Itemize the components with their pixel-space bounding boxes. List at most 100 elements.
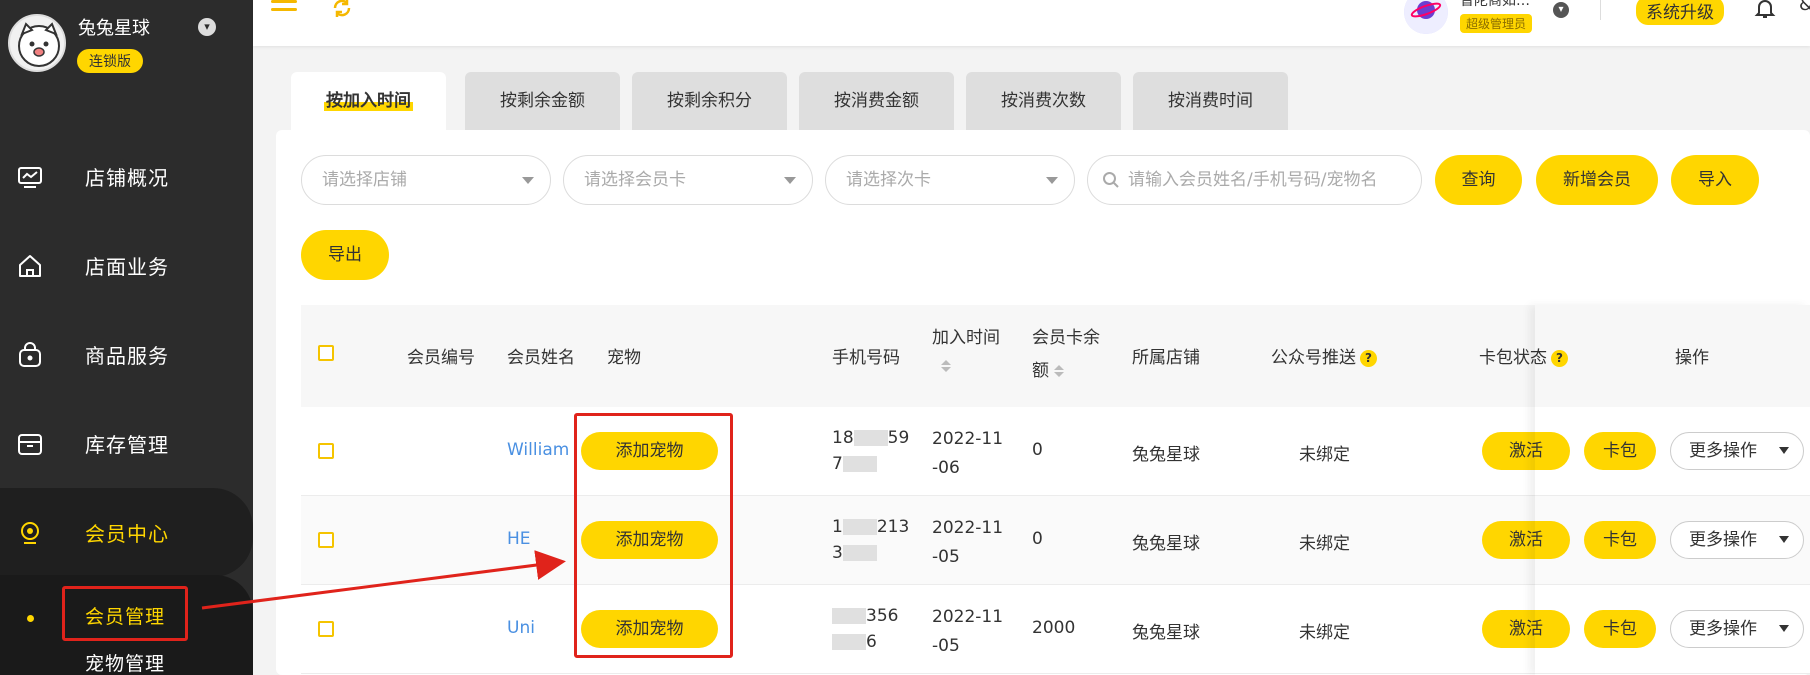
user-name: 普陀商如… <box>1460 0 1530 9</box>
more-actions-dropdown[interactable]: 更多操作 <box>1670 432 1804 470</box>
member-name-link[interactable]: William <box>507 440 569 460</box>
tab-join-time[interactable]: 按加入时间 <box>291 72 446 130</box>
dropdown-label: 更多操作 <box>1689 530 1757 550</box>
sidebar-item-label: 库存管理 <box>85 433 169 457</box>
tab-spend-time[interactable]: 按消费时间 <box>1133 72 1288 130</box>
col-actions: 操作 <box>1675 348 1709 368</box>
sidebar-subitem-pet-management[interactable]: 宠物管理 <box>85 649 165 675</box>
brand-name: 兔兔星球 <box>78 18 150 39</box>
store-cell: 兔兔星球 <box>1132 445 1200 465</box>
tab-label: 按加入时间 <box>324 91 413 111</box>
phone-part: 6 <box>866 632 877 652</box>
upgrade-button[interactable]: 系统升级 <box>1636 0 1724 25</box>
select-all-checkbox[interactable] <box>318 345 334 361</box>
chevron-down-icon[interactable]: ▾ <box>198 18 216 36</box>
col-card-status: 卡包状态? <box>1479 343 1568 368</box>
col-label: 加入时间 <box>932 328 1000 348</box>
clipped-icon[interactable]: & <box>1799 0 1810 15</box>
export-button[interactable]: 导出 <box>301 230 389 280</box>
more-actions-dropdown[interactable]: 更多操作 <box>1670 521 1804 559</box>
table-row: William 添加宠物 18 59 7 2022-11 -06 0 兔兔星球 未绑定… <box>301 407 1810 496</box>
annotation-pet-column-box <box>574 413 733 658</box>
phone-part: 7 <box>832 454 843 474</box>
sidebar-item-store-overview[interactable]: 店铺概况 <box>0 132 253 221</box>
help-icon[interactable]: ? <box>1360 349 1377 367</box>
user-role-badge: 超级管理员 <box>1460 14 1533 33</box>
sidebar-nav: 店铺概况 店面业务 商品服务 库存管理 会员中心 <box>0 132 253 577</box>
push-status-cell: 未绑定 <box>1299 623 1350 643</box>
brand-avatar[interactable] <box>8 14 66 72</box>
sidebar-item-label: 店铺概况 <box>85 166 169 190</box>
menu-toggle-icon[interactable] <box>271 0 297 18</box>
tab-spend-amount[interactable]: 按消费金额 <box>799 72 954 130</box>
phone-part: 1 <box>832 517 843 537</box>
help-icon[interactable]: ? <box>1551 349 1568 367</box>
planet-logo-icon <box>1404 0 1448 34</box>
caret-down-icon <box>1779 625 1789 632</box>
member-card-select[interactable]: 请选择会员卡 <box>563 155 813 205</box>
member-icon <box>21 521 39 544</box>
sidebar-item-label: 商品服务 <box>85 344 169 368</box>
caret-down-icon <box>784 177 796 184</box>
edition-badge: 连锁版 <box>77 49 143 73</box>
active-dot <box>27 615 34 622</box>
sidebar-item-inventory[interactable]: 库存管理 <box>0 399 253 488</box>
activate-button[interactable]: 激活 <box>1482 610 1570 648</box>
col-member-name: 会员姓名 <box>507 348 575 368</box>
search-input[interactable]: 请输入会员姓名/手机号码/宠物名 <box>1087 155 1422 205</box>
col-phone: 手机号码 <box>832 348 900 368</box>
date-part: 2022-11 <box>932 518 1004 538</box>
col-join-time[interactable]: 加入时间 <box>932 323 1000 374</box>
sort-icon <box>1054 365 1064 377</box>
chevron-down-icon[interactable]: ▾ <box>1553 2 1569 18</box>
activate-button[interactable]: 激活 <box>1482 432 1570 470</box>
import-button[interactable]: 导入 <box>1671 155 1759 205</box>
select-placeholder: 请选择店铺 <box>322 170 407 190</box>
card-wallet-button[interactable]: 卡包 <box>1584 432 1656 470</box>
annotation-highlight-box <box>62 586 188 641</box>
select-placeholder: 请选择次卡 <box>846 170 931 190</box>
sidebar-item-goods-services[interactable]: 商品服务 <box>0 310 253 399</box>
user-avatar[interactable] <box>1404 0 1448 34</box>
row-checkbox[interactable] <box>318 443 334 459</box>
add-member-button[interactable]: 新增会员 <box>1536 155 1658 205</box>
brand-header: 兔兔星球 连锁版 ▾ <box>0 0 253 100</box>
join-date-cell: 2022-11 -05 <box>932 514 1003 572</box>
row-checkbox[interactable] <box>318 621 334 637</box>
top-bar: 普陀商如… 超级管理员 ▾ 系统升级 & <box>253 0 1810 46</box>
caret-down-icon <box>1779 536 1789 543</box>
query-button[interactable]: 查询 <box>1435 155 1522 205</box>
card-wallet-button[interactable]: 卡包 <box>1584 610 1656 648</box>
card-wallet-button[interactable]: 卡包 <box>1584 521 1656 559</box>
cat-avatar-icon <box>18 22 60 67</box>
bell-icon[interactable] <box>1753 0 1777 20</box>
tab-spend-count[interactable]: 按消费次数 <box>966 72 1121 130</box>
redacted-block <box>842 456 877 472</box>
more-actions-dropdown[interactable]: 更多操作 <box>1670 610 1804 648</box>
phone-part: 59 <box>887 428 910 448</box>
store-select[interactable]: 请选择店铺 <box>301 155 551 205</box>
tab-remaining-points[interactable]: 按剩余积分 <box>632 72 787 130</box>
times-card-select[interactable]: 请选择次卡 <box>825 155 1075 205</box>
col-card-balance[interactable]: 会员卡余 额 <box>1032 323 1100 381</box>
redacted-block <box>832 634 866 650</box>
dropdown-label: 更多操作 <box>1689 441 1757 461</box>
sidebar-item-store-business[interactable]: 店面业务 <box>0 221 253 310</box>
sidebar-item-label: 店面业务 <box>85 255 169 279</box>
sort-icon <box>941 360 951 372</box>
store-cell: 兔兔星球 <box>1132 623 1200 643</box>
table-header: 会员编号 会员姓名 宠物 手机号码 加入时间 会员卡余 额 所属店铺 公众号推送… <box>301 305 1810 407</box>
date-part: 2022-11 <box>932 607 1004 627</box>
push-status-cell: 未绑定 <box>1299 445 1350 465</box>
activate-button[interactable]: 激活 <box>1482 521 1570 559</box>
balance-cell: 2000 <box>1032 618 1076 638</box>
member-name-link[interactable]: Uni <box>507 618 535 638</box>
sidebar-item-label: 会员中心 <box>85 522 169 546</box>
redacted-block <box>842 545 877 561</box>
date-part: 2022-11 <box>932 429 1004 449</box>
tab-remaining-balance[interactable]: 按剩余金额 <box>465 72 620 130</box>
col-label: 卡包状态 <box>1479 348 1547 368</box>
date-part: -05 <box>932 636 960 656</box>
refresh-icon[interactable] <box>330 0 354 20</box>
home-icon <box>19 254 41 277</box>
